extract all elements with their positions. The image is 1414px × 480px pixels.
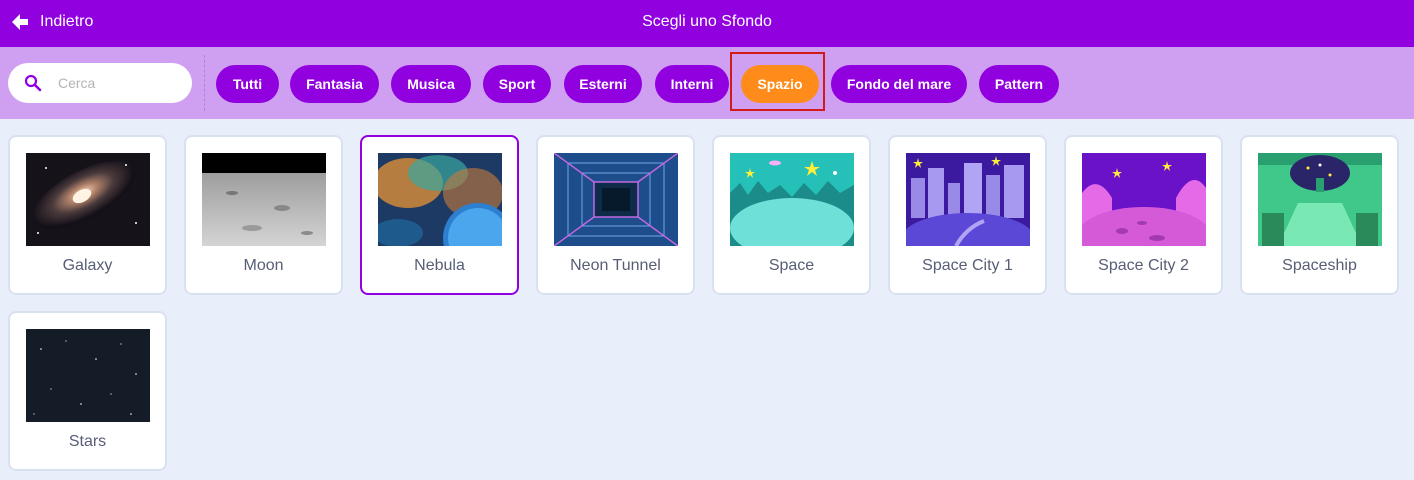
backdrop-label: Nebula [414, 257, 465, 274]
space-thumbnail [730, 153, 854, 246]
search-input[interactable] [58, 75, 178, 91]
backdrop-card-neon-tunnel[interactable]: Neon Tunnel [536, 135, 695, 295]
page-title: Scegli uno Sfondo [642, 13, 772, 30]
backdrop-label: Stars [68, 433, 107, 450]
backdrop-label: Space City 1 [922, 257, 1013, 274]
neon-tunnel-thumbnail [554, 153, 678, 246]
backdrop-label: Moon [243, 257, 284, 274]
tag-tutti[interactable]: Tutti [216, 65, 279, 103]
backdrop-card-stars[interactable]: Stars [8, 311, 167, 471]
tag-musica[interactable]: Musica [391, 65, 471, 103]
backdrop-card-space-city-2[interactable]: Space City 2 [1064, 135, 1223, 295]
space-city-1-thumbnail [906, 153, 1030, 246]
backdrop-label: Neon Tunnel [570, 257, 661, 274]
backdrop-card-nebula[interactable]: Nebula [360, 135, 519, 295]
search-box[interactable] [8, 63, 192, 103]
divider [204, 55, 205, 111]
backdrop-card-moon[interactable]: Moon [184, 135, 343, 295]
header-bar: Indietro Scegli uno Sfondo [0, 0, 1414, 47]
tag-fantasia[interactable]: Fantasia [290, 65, 379, 103]
backdrop-card-spaceship[interactable]: Spaceship [1240, 135, 1399, 295]
selection-highlight [730, 52, 825, 111]
tag-interni[interactable]: Interni [655, 65, 729, 103]
moon-thumbnail [202, 153, 326, 246]
tag-esterni[interactable]: Esterni [564, 65, 642, 103]
spaceship-thumbnail [1258, 153, 1382, 246]
galaxy-thumbnail [26, 153, 150, 246]
tag-sport[interactable]: Sport [483, 65, 551, 103]
backdrop-label: Spaceship [1282, 257, 1357, 274]
backdrop-label: Galaxy [62, 257, 113, 274]
tag-pattern[interactable]: Pattern [979, 65, 1059, 103]
search-icon [24, 74, 42, 92]
backdrop-card-space-city-1[interactable]: Space City 1 [888, 135, 1047, 295]
filter-bar: Tutti Fantasia Musica Sport Esterni Inte… [0, 47, 1414, 119]
space-city-2-thumbnail [1082, 153, 1206, 246]
backdrop-label: Space City 2 [1098, 257, 1189, 274]
stars-thumbnail [26, 329, 150, 422]
nebula-thumbnail [378, 153, 502, 246]
backdrop-card-space[interactable]: Space [712, 135, 871, 295]
backdrop-label: Space [768, 257, 815, 274]
backdrop-card-galaxy[interactable]: Galaxy [8, 135, 167, 295]
tag-fondo-del-mare[interactable]: Fondo del mare [831, 65, 967, 103]
